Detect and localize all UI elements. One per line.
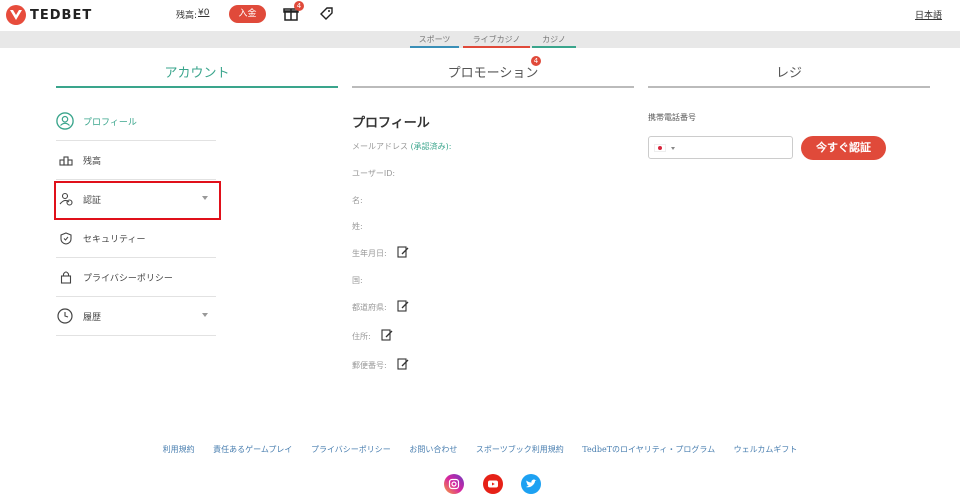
promotion-badge: 4: [531, 56, 541, 66]
tab-promotion[interactable]: プロモーション 4: [352, 56, 634, 88]
language-selector[interactable]: 日本語: [915, 8, 942, 21]
tab-register[interactable]: レジ: [648, 58, 930, 88]
twitter-icon[interactable]: [521, 474, 541, 494]
first-name-label: 名:: [352, 196, 363, 205]
tab-label: プロモーション: [447, 66, 539, 81]
tag-icon[interactable]: [318, 5, 334, 21]
sidebar-item-label: プロフィール: [83, 117, 137, 128]
edit-icon[interactable]: [381, 329, 393, 341]
subnav-sports[interactable]: スポーツ: [410, 34, 459, 48]
balance-value[interactable]: ¥0: [198, 8, 209, 18]
prefecture-label: 都道府県:: [352, 303, 387, 312]
balance-label: 残高:: [176, 11, 198, 21]
top-header: TEDBET 残高: ¥0 入金 4 日本語: [0, 0, 960, 31]
birthdate-label: 生年月日:: [352, 249, 387, 258]
profile-title: プロフィール: [352, 116, 430, 131]
sidebar-item-label: 履歴: [83, 312, 102, 323]
user-circle-icon: [56, 112, 74, 130]
brand-logo[interactable]: TEDBET: [6, 5, 92, 25]
deposit-button[interactable]: 入金: [229, 5, 266, 23]
tab-underline: [56, 86, 338, 88]
footer-link-sportsbook-terms[interactable]: スポーツブック利用規約: [476, 445, 564, 454]
subnav-underline: [463, 46, 530, 48]
country-label: 国:: [352, 276, 363, 285]
postal-code-label: 郵便番号:: [352, 361, 387, 370]
logo-mark-icon: [6, 5, 26, 25]
instagram-icon[interactable]: [444, 474, 464, 494]
sidebar-item-label: プライバシーポリシー: [83, 273, 173, 284]
gift-badge: 4: [294, 1, 304, 11]
subnav-label: ライブカジノ: [472, 35, 521, 44]
last-name-label: 姓:: [352, 222, 363, 231]
tab-label: レジ: [775, 66, 802, 81]
sidebar-item-balance[interactable]: 残高: [56, 141, 216, 180]
category-subnav: スポーツ ライブカジノ カジノ: [0, 31, 960, 48]
tab-underline: [352, 86, 634, 88]
subnav-casino[interactable]: カジノ: [532, 34, 576, 48]
email-field-label: メールアドレス (承認済み):: [352, 141, 451, 152]
sidebar-item-verification[interactable]: 認証: [56, 180, 216, 219]
footer-link-terms[interactable]: 利用規約: [163, 445, 195, 454]
japan-flag-icon[interactable]: [654, 144, 666, 152]
sidebar-item-privacy-policy[interactable]: プライバシーポリシー: [56, 258, 216, 297]
subnav-label: カジノ: [542, 35, 566, 44]
address-label: 住所:: [352, 332, 371, 341]
sidebar-item-label: 残高: [83, 156, 102, 167]
clock-history-icon: [57, 308, 74, 324]
footer-link-welcome-gift[interactable]: ウェルカムギフト: [734, 445, 798, 454]
sidebar-item-security[interactable]: セキュリティー: [56, 219, 216, 258]
footer-links: 利用規約 責任あるゲームプレイ プライバシーポリシー お問い合わせ スポーツブッ…: [0, 444, 960, 455]
phone-number-label: 携帯電話番号: [648, 113, 696, 122]
phone-number-input[interactable]: [648, 136, 793, 159]
tab-underline: [648, 86, 930, 88]
edit-icon[interactable]: [397, 246, 409, 258]
sidebar-item-label: セキュリティー: [83, 234, 146, 245]
chevron-down-icon: [202, 196, 208, 200]
footer-link-responsible-gaming[interactable]: 責任あるゲームプレイ: [213, 445, 292, 454]
email-verified-status: (承認済み):: [410, 142, 452, 151]
tab-label: アカウント: [164, 66, 230, 81]
logo-text: TEDBET: [30, 7, 93, 23]
subnav-underline: [410, 46, 459, 48]
email-label: メールアドレス: [352, 142, 408, 151]
caret-down-icon: [671, 147, 675, 150]
coins-icon: [58, 152, 74, 168]
sidebar-item-profile[interactable]: プロフィール: [56, 102, 216, 141]
edit-icon[interactable]: [397, 300, 409, 312]
youtube-icon[interactable]: [483, 474, 503, 494]
user-check-icon: [58, 191, 74, 207]
footer-link-contact[interactable]: お問い合わせ: [409, 445, 457, 454]
sidebar-item-label: 認証: [83, 195, 102, 206]
lock-icon: [58, 269, 74, 285]
chevron-down-icon: [202, 313, 208, 317]
edit-icon[interactable]: [397, 358, 409, 370]
footer-link-privacy[interactable]: プライバシーポリシー: [311, 445, 391, 454]
shield-icon: [58, 230, 74, 246]
tab-account[interactable]: アカウント: [56, 58, 338, 88]
user-id-label: ユーザーID:: [352, 169, 396, 178]
subnav-label: スポーツ: [418, 35, 451, 44]
subnav-live-casino[interactable]: ライブカジノ: [463, 34, 530, 48]
verify-now-button[interactable]: 今すぐ認証: [801, 136, 886, 160]
sidebar-item-history[interactable]: 履歴: [56, 297, 216, 336]
footer-link-loyalty[interactable]: TedbeTのロイヤリティ・プログラム: [582, 445, 715, 454]
subnav-underline: [532, 46, 576, 48]
